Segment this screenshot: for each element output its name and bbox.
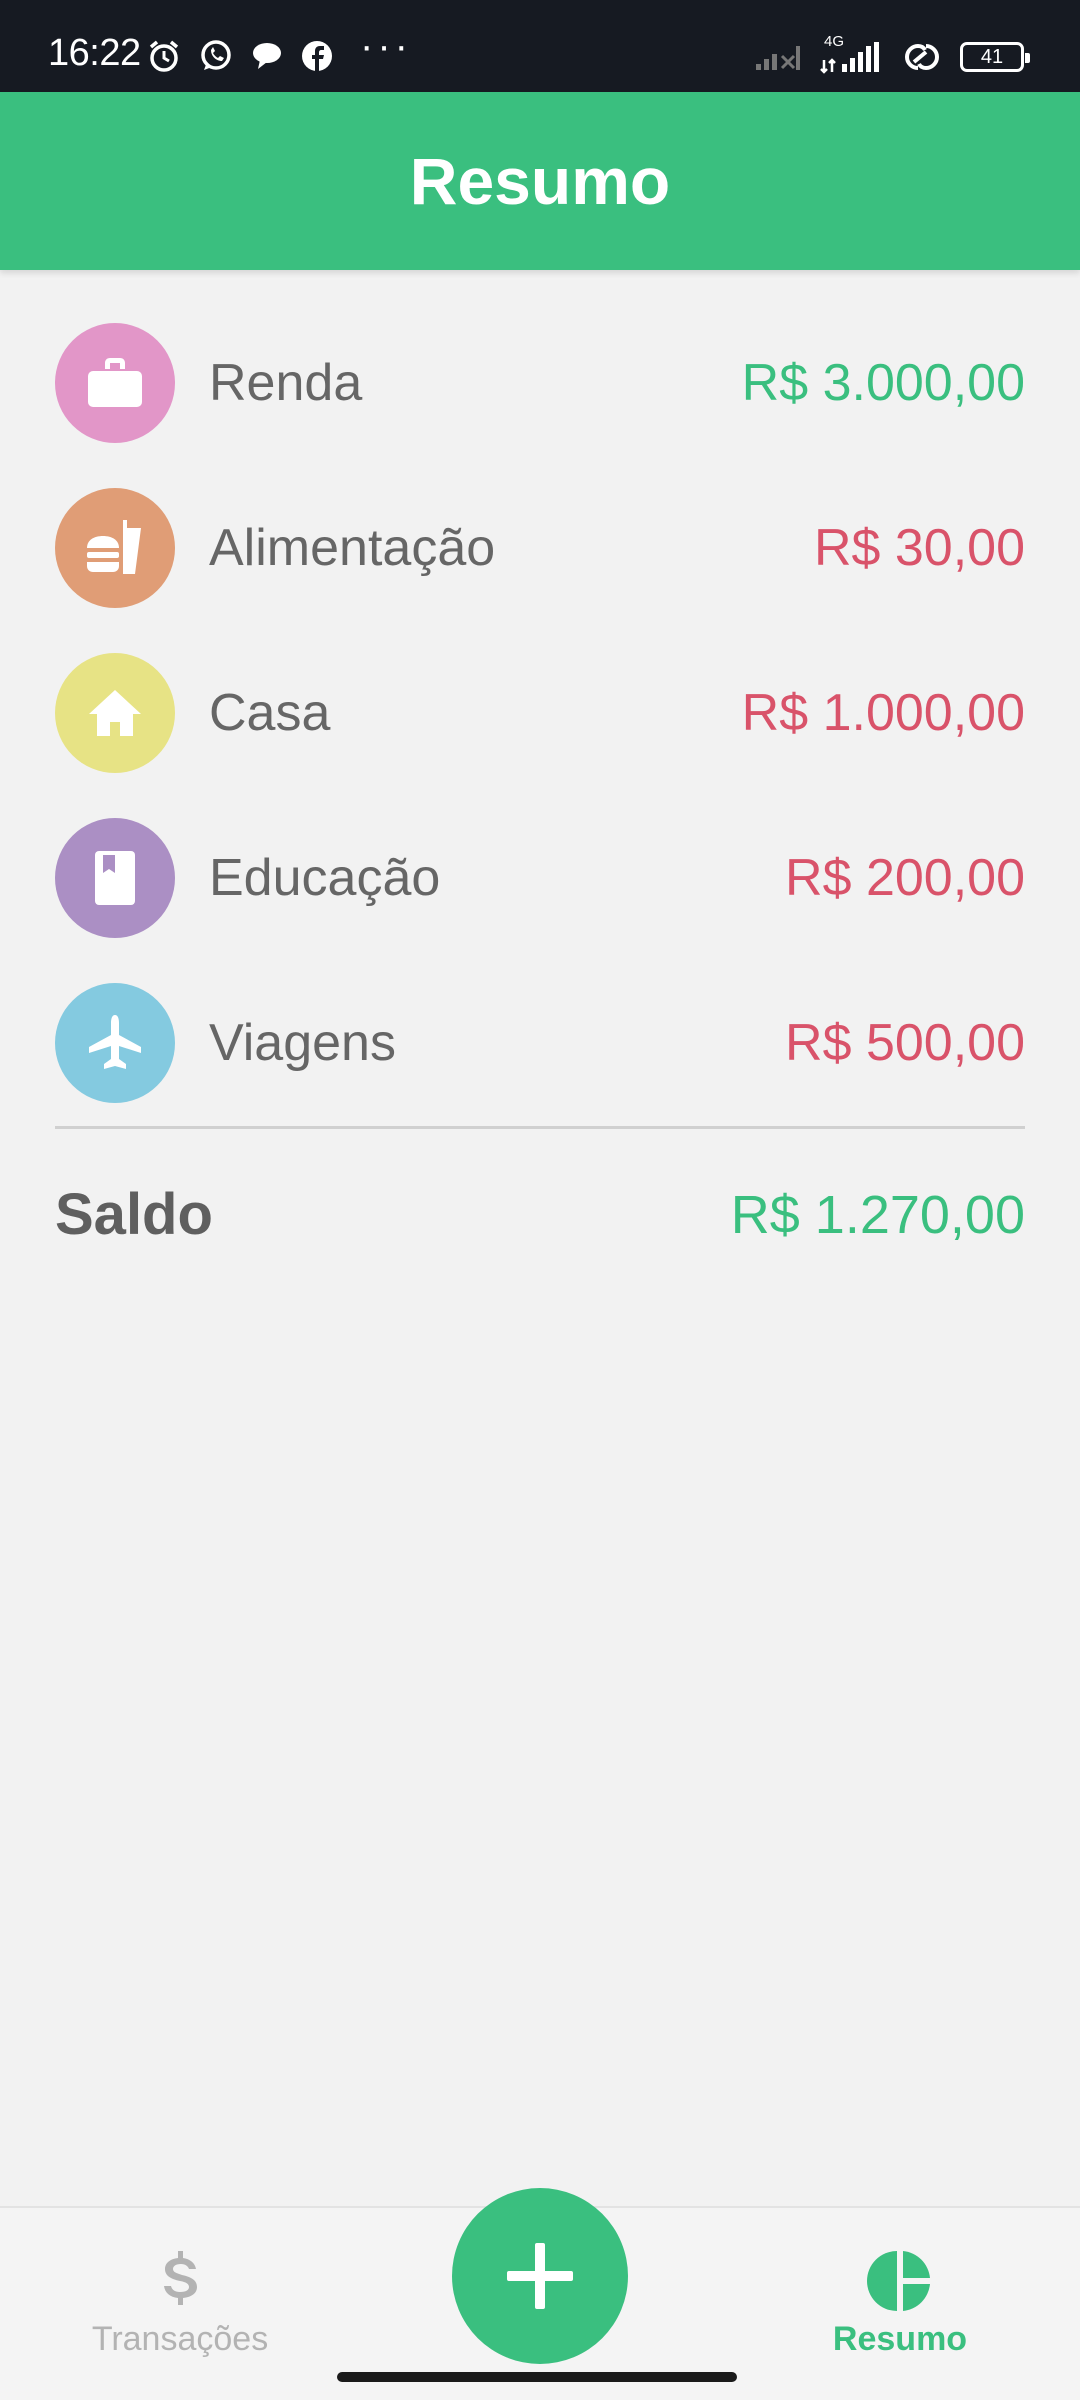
plus-icon — [507, 2243, 573, 2309]
category-row-renda[interactable]: Renda R$ 3.000,00 — [55, 300, 1025, 465]
screen: 16:22 ··· 4G 41 Resumo Renda R$ 3.000,00… — [0, 0, 1080, 2400]
balance-label: Saldo — [55, 1182, 213, 1247]
category-name: Educação — [209, 848, 441, 907]
divider — [55, 1126, 1025, 1129]
pie-chart-icon — [867, 2246, 933, 2316]
category-amount: R$ 1.000,00 — [741, 683, 1025, 742]
house-icon — [89, 689, 141, 736]
mobile-data: 4G — [820, 34, 884, 74]
category-amount: R$ 200,00 — [785, 848, 1025, 907]
category-row-alimentacao[interactable]: Alimentação R$ 30,00 — [55, 465, 1025, 630]
category-row-casa[interactable]: Casa R$ 1.000,00 — [55, 630, 1025, 795]
signal-off-icon — [756, 46, 800, 70]
category-row-educacao[interactable]: Educação R$ 200,00 — [55, 795, 1025, 960]
chat-icon — [253, 43, 281, 69]
tab-transacoes[interactable]: Transações — [60, 2246, 300, 2356]
status-time: 16:22 — [48, 32, 141, 74]
balance-amount: R$ 1.270,00 — [730, 1185, 1025, 1245]
category-name: Alimentação — [209, 518, 496, 577]
balance-row: Saldo R$ 1.270,00 — [55, 1170, 1025, 1260]
category-name: Casa — [209, 683, 331, 742]
fastfood-icon — [87, 519, 141, 574]
category-icon-badge — [55, 487, 175, 608]
briefcase-icon — [88, 357, 142, 407]
category-icon-badge — [55, 817, 175, 938]
category-amount: R$ 3.000,00 — [741, 353, 1025, 412]
home-indicator[interactable] — [337, 2372, 737, 2382]
signal-icon — [820, 42, 879, 74]
category-name: Renda — [209, 353, 363, 412]
alarm-icon — [149, 40, 179, 72]
category-row-viagens[interactable]: Viagens R$ 500,00 — [55, 960, 1025, 1125]
category-icon-badge — [55, 322, 175, 443]
category-amount: R$ 30,00 — [813, 518, 1025, 577]
category-name: Viagens — [209, 1013, 396, 1072]
dollar-icon — [158, 2246, 202, 2316]
hotspot-link-icon — [904, 43, 940, 71]
book-icon — [95, 850, 135, 905]
add-transaction-button[interactable] — [452, 2188, 628, 2364]
page-title: Resumo — [409, 144, 671, 218]
battery-icon: 41 — [960, 42, 1030, 72]
whatsapp-icon — [201, 40, 231, 70]
category-amount: R$ 500,00 — [785, 1013, 1025, 1072]
airplane-icon — [89, 1014, 141, 1069]
system-icons: 4G 41 — [754, 34, 1030, 74]
tab-resumo[interactable]: Resumo — [780, 2246, 1020, 2356]
status-bar: 16:22 ··· 4G 41 — [0, 0, 1080, 92]
category-icon-badge — [55, 652, 175, 773]
app-header: Resumo — [0, 92, 1080, 270]
tab-label: Transações — [91, 2320, 269, 2358]
category-icon-badge — [55, 982, 175, 1103]
more-notifications-icon: ··· — [360, 24, 412, 68]
category-list: Renda R$ 3.000,00 Alimentação R$ 30,00 C… — [55, 300, 1025, 1125]
facebook-icon — [302, 41, 332, 71]
notification-icons — [146, 38, 334, 74]
tab-label: Resumo — [832, 2320, 968, 2358]
battery-level: 41 — [980, 46, 1004, 68]
